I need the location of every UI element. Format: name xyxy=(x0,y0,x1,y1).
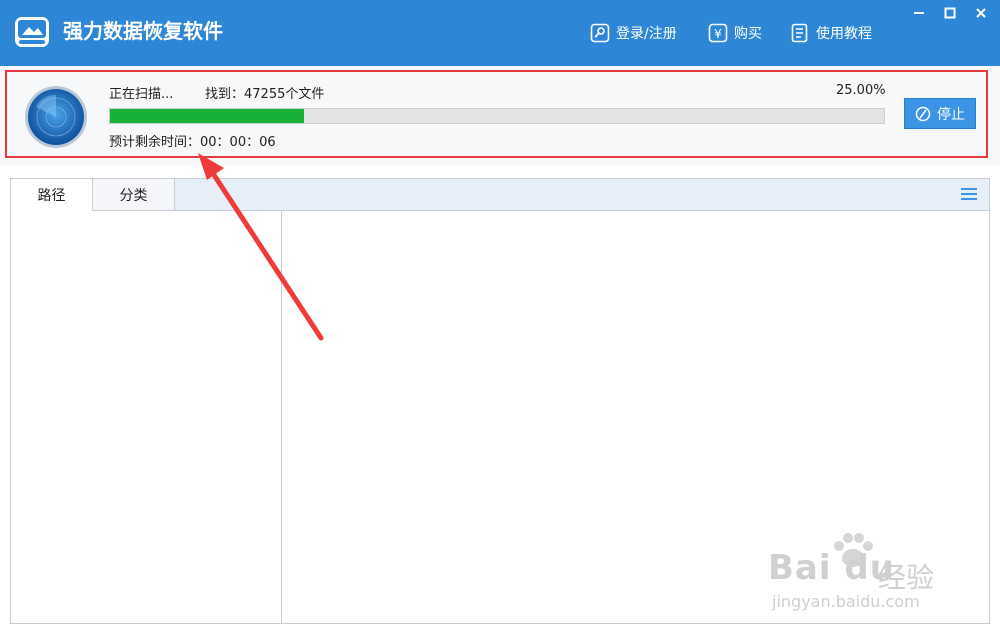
tab-category[interactable]: 分类 xyxy=(93,179,175,210)
app-title: 强力数据恢复软件 xyxy=(63,19,223,43)
app-window: 强力数据恢复软件 登录/注册 ¥ 购买 使用教程 正在扫描... 找到：4725… xyxy=(0,0,1000,636)
maximize-button[interactable] xyxy=(936,3,964,23)
yen-icon: ¥ xyxy=(708,23,728,43)
maximize-icon xyxy=(944,7,956,19)
close-button[interactable] xyxy=(967,3,995,23)
close-icon xyxy=(976,8,986,18)
login-register-label: 登录/注册 xyxy=(616,26,677,42)
tab-bar: 路径 分类 xyxy=(11,179,989,211)
watermark-brand: Bai du xyxy=(768,548,895,588)
baidu-watermark: Bai du 经验 jingyan.baidu.com xyxy=(768,528,988,618)
tutorial-button[interactable]: 使用教程 xyxy=(790,21,872,45)
buy-label: 购买 xyxy=(734,26,762,42)
annotation-highlight-box xyxy=(5,70,988,158)
path-tree-pane[interactable] xyxy=(11,211,282,623)
title-bar: 强力数据恢复软件 登录/注册 ¥ 购买 使用教程 xyxy=(0,0,1000,66)
minimize-icon xyxy=(914,12,924,14)
list-menu-icon[interactable] xyxy=(961,187,977,201)
tab-path[interactable]: 路径 xyxy=(11,179,93,211)
minimize-button[interactable] xyxy=(905,3,933,23)
watermark-url: jingyan.baidu.com xyxy=(772,592,920,611)
document-icon xyxy=(791,23,808,43)
yen-glyph: ¥ xyxy=(714,27,722,41)
buy-button[interactable]: ¥ 购买 xyxy=(708,21,762,45)
watermark-sub: 经验 xyxy=(878,561,935,594)
tutorial-label: 使用教程 xyxy=(816,26,872,42)
login-register-button[interactable]: 登录/注册 xyxy=(590,21,677,45)
key-icon xyxy=(590,23,610,43)
app-logo-icon xyxy=(15,17,49,47)
